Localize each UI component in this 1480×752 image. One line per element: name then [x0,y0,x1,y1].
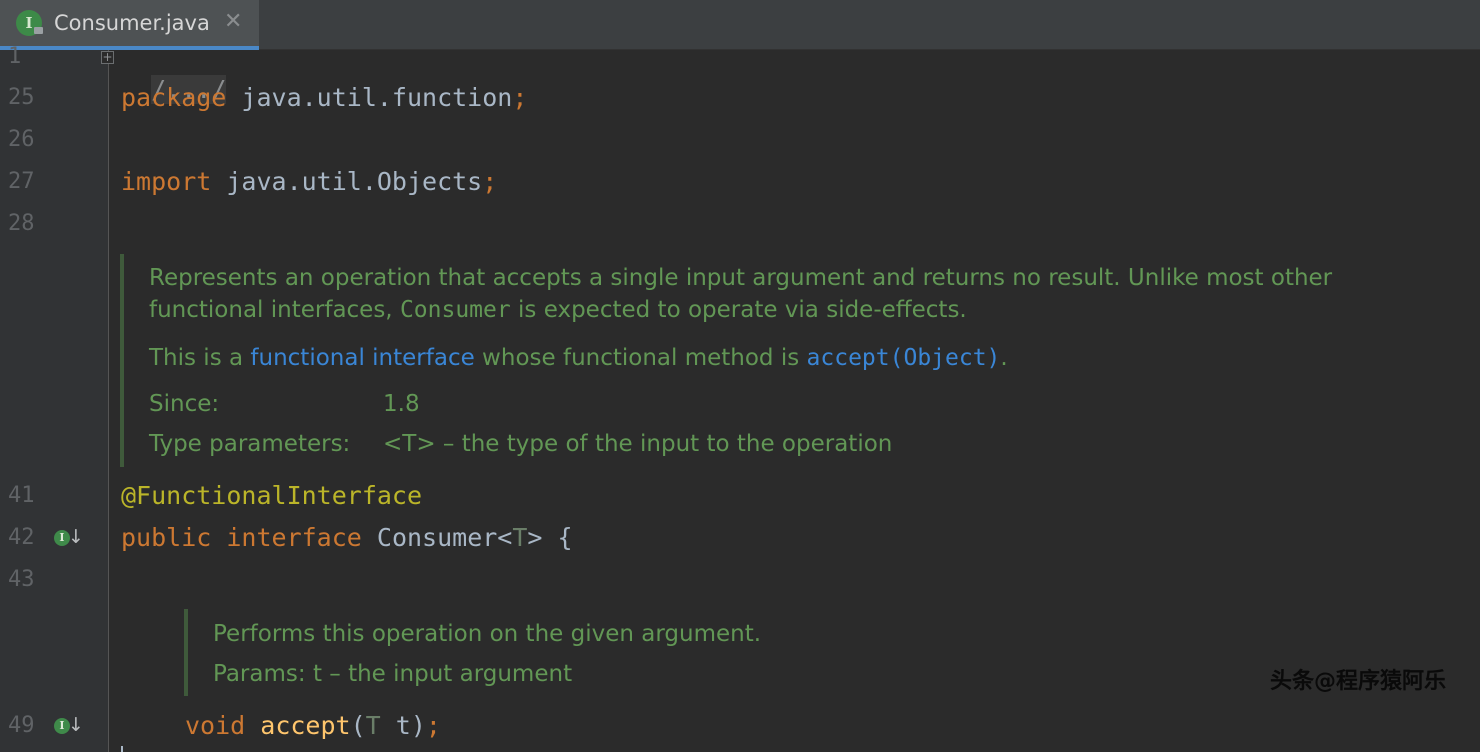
keyword: package [121,83,227,112]
line-number: 28 [8,211,35,236]
implemented-interface-gutter-icon[interactable]: I ↓ [54,526,84,551]
type-parameter: T [365,711,381,740]
text-caret [121,746,123,752]
implemented-method-gutter-icon[interactable]: I ↓ [54,714,84,739]
line-number: 42 [8,525,35,550]
line-number: 1 [8,44,22,69]
doc-since-label: Since: [149,391,220,417]
fold-expand-icon[interactable]: + [101,51,114,64]
accept-method-link[interactable]: accept(Object) [807,345,1001,371]
line-number: 49 [8,713,35,738]
arrow-down-icon: ↓ [68,526,84,548]
line-number-gutter [0,50,108,752]
brace-open: > { [527,523,573,552]
doc-method-description: Performs this operation on the given arg… [213,621,762,647]
code-line-import[interactable]: import java.util.Objects; [121,166,497,198]
method-name: accept [260,711,351,740]
close-icon[interactable]: ✕ [224,8,242,36]
import-name: java.util.Objects [211,167,483,196]
code-line-package[interactable]: package java.util.function; [121,82,527,114]
keyword: void [185,711,246,740]
code-line-method-declaration[interactable]: void accept(T t); [185,710,441,742]
functional-interface-link[interactable]: functional interface [250,345,474,371]
doc-params: Params: t – the input argument [213,661,573,687]
line-number: 43 [8,567,35,592]
doc-type-params-label: Type parameters: [149,431,351,457]
line-number: 41 [8,483,35,508]
watermark: 头条@程序猿阿乐 [1270,669,1447,694]
keyword: interface [226,523,362,552]
lock-icon [34,27,43,34]
doc-comment-bar [184,609,188,696]
arrow-down-icon: ↓ [68,714,84,736]
annotation: @FunctionalInterface [121,481,423,510]
doc-description-line2: functional interfaces, Consumer is expec… [149,297,967,323]
keyword: import [121,167,212,196]
line-number: 27 [8,169,35,194]
gutter-divider [108,50,109,752]
keyword: public [121,523,212,552]
code-line-annotation[interactable]: @FunctionalInterface [121,480,422,512]
interface-name: Consumer< [361,523,513,552]
doc-since-value: 1.8 [383,391,420,417]
code-line-interface-declaration[interactable]: public interface Consumer<T> { [121,522,573,554]
line-number: 26 [8,127,35,152]
type-parameter: T [512,523,528,552]
semicolon: ; [425,711,441,740]
tab-title: Consumer.java [54,11,210,35]
doc-comment-bar [120,254,124,467]
doc-functional-note: This is a functional interface whose fun… [149,345,1008,371]
semicolon: ; [482,167,498,196]
semicolon: ; [512,83,528,112]
line-number: 25 [8,85,35,110]
package-name: java.util.function [226,83,513,112]
doc-type-params-value: <T> – the type of the input to the opera… [383,431,893,457]
doc-description-line1: Represents an operation that accepts a s… [149,265,1333,291]
